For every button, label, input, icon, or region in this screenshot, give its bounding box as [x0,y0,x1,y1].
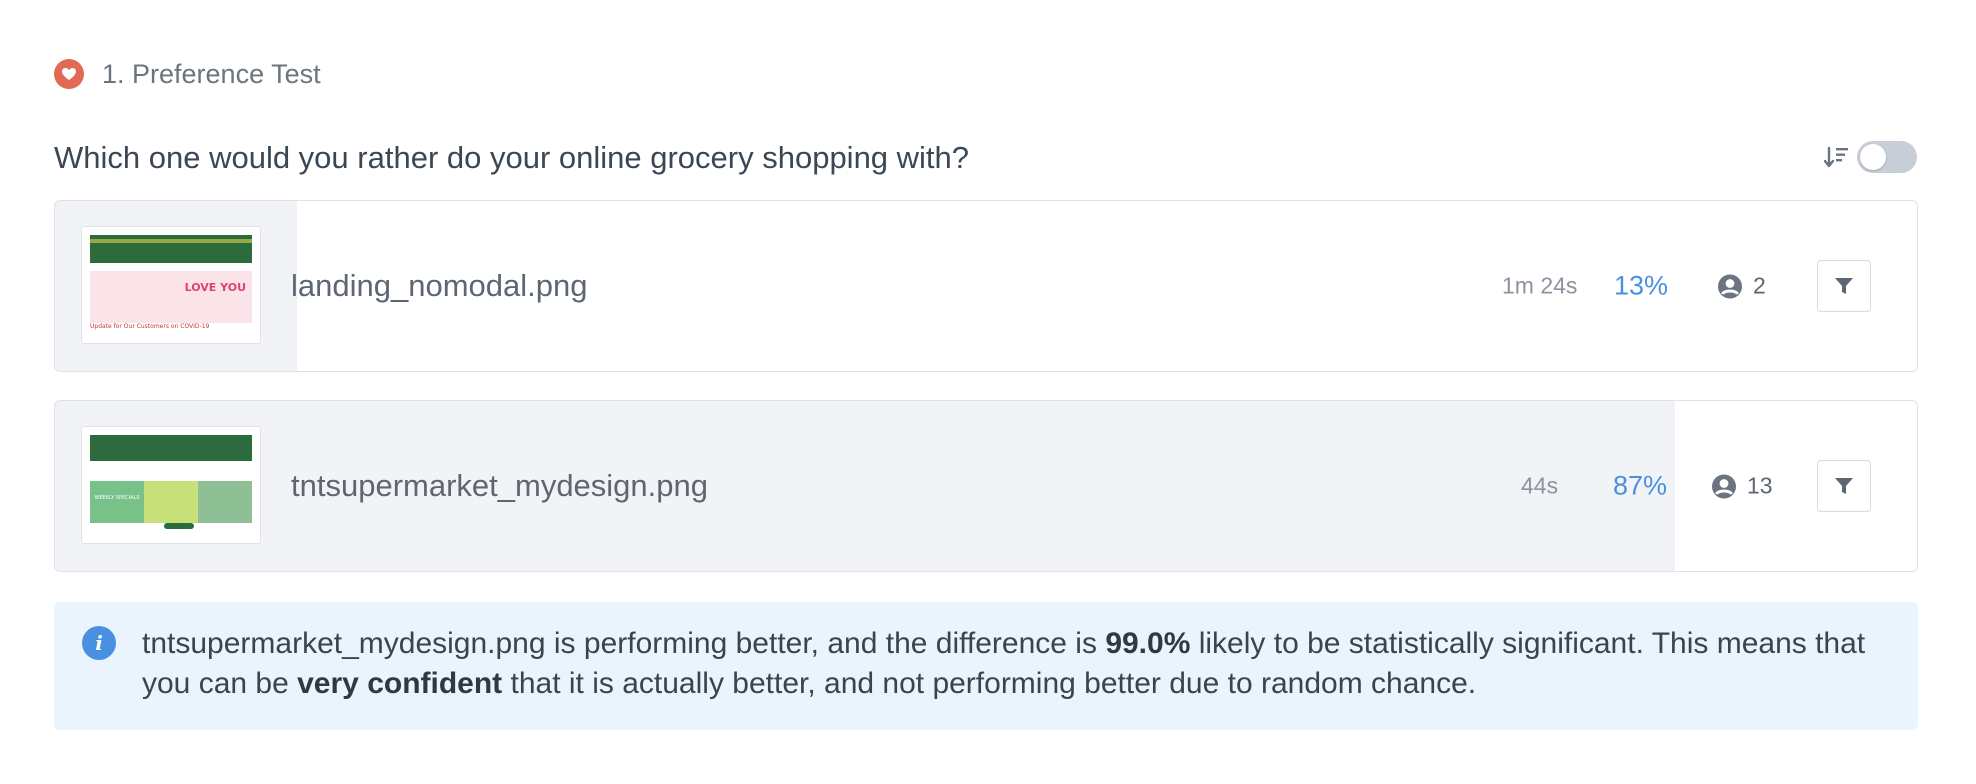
option-duration: 1m 24s [1502,272,1578,299]
option-users: 2 [1717,273,1766,300]
thumbnail-image: LOVE YOU Update for Our Customers on COV… [81,226,261,344]
thumbnail-banner-text: LOVE YOU [184,281,246,294]
sort-icon[interactable] [1822,143,1850,171]
question-text: Which one would you rather do your onlin… [54,140,970,175]
user-icon [1712,474,1736,498]
option-filename: landing_nomodal.png [291,268,588,303]
heart-icon [54,59,84,89]
option-duration: 44s [1521,472,1559,499]
option-percent: 13% [1614,270,1669,301]
option-card[interactable]: LOVE YOU Update for Our Customers on COV… [54,200,1918,372]
preference-test-results: 1. Preference Test Which one would you r… [0,0,1976,784]
thumbnail-panel-text: WEEKLY SPECIALS [90,481,144,523]
thumbnail-caption: Update for Our Customers on COVID-19 [90,323,252,335]
filter-button[interactable] [1817,260,1871,312]
section-title: 1. Preference Test [102,58,321,89]
toggle-knob [1860,144,1886,170]
info-icon: i [82,626,116,660]
section-header: 1. Preference Test [54,58,321,90]
sort-toggle[interactable] [1857,141,1917,173]
thumbnail-mydesign: WEEKLY SPECIALS [90,435,252,535]
filter-button[interactable] [1817,460,1871,512]
filter-icon [1835,278,1853,294]
significance-info: i tntsupermarket_mydesign.png is perform… [54,602,1918,730]
thumbnail-image: WEEKLY SPECIALS [81,426,261,544]
info-message: tntsupermarket_mydesign.png is performin… [142,627,1866,700]
user-count: 2 [1753,272,1766,299]
option-users: 13 [1711,473,1773,500]
user-icon [1718,274,1742,298]
option-card[interactable]: WEEKLY SPECIALS tntsupermarket_mydesign.… [54,400,1918,572]
user-count: 13 [1747,472,1773,499]
filter-icon [1835,478,1853,494]
option-percent: 87% [1613,470,1668,501]
option-filename: tntsupermarket_mydesign.png [291,468,709,503]
thumbnail-landing: LOVE YOU Update for Our Customers on COV… [90,235,252,335]
